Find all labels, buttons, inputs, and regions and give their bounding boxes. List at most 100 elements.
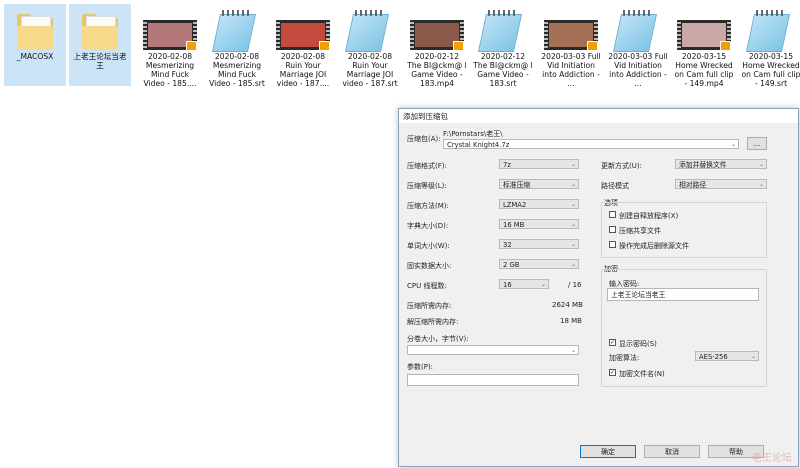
video-thumbnail-icon: [272, 4, 334, 52]
file-name: 2020-03-15 Home Wrecked on Cam full clip…: [674, 52, 734, 88]
level-value: 标准压缩: [503, 181, 531, 189]
solid-select[interactable]: 2 GB ⌄: [499, 259, 579, 269]
delete-label: 操作完成后删除源文件: [619, 242, 689, 250]
password-input[interactable]: 上老王论坛当老王: [607, 288, 759, 301]
archive-name-value: Crystal Knight4.7z: [447, 141, 510, 149]
chevron-down-icon: ⌄: [570, 221, 576, 228]
dict-value: 16 MB: [503, 221, 525, 229]
params-label: 参数(P):: [407, 363, 434, 371]
format-value: 7z: [503, 161, 511, 169]
file-name: 2020-02-08 Mesmerizing Mind Fuck Video -…: [209, 52, 265, 88]
encrypt-names-checkbox[interactable]: ✓: [609, 369, 616, 376]
add-to-archive-dialog: 添加到压缩包 压缩包(A): F:\Pornstars\老王\ Crystal …: [398, 108, 799, 467]
mem-decomp-label: 解压缩所需内存:: [407, 318, 459, 326]
threads-label: CPU 线程数:: [407, 282, 447, 290]
chevron-down-icon: ⌄: [540, 281, 546, 288]
notepad-icon: [607, 4, 669, 52]
delete-checkbox[interactable]: [609, 241, 616, 248]
video-thumbnail-icon: [406, 4, 468, 52]
update-label: 更新方式(U):: [601, 162, 642, 170]
pathmode-label: 路径模式: [601, 182, 629, 190]
file-item[interactable]: 2020-03-15 Home Wrecked on Cam full clip…: [740, 4, 800, 88]
method-label: 压缩方法(M):: [407, 202, 449, 210]
method-select[interactable]: LZMA2 ⌄: [499, 199, 579, 209]
level-select[interactable]: 标准压缩 ⌄: [499, 179, 579, 189]
file-name: 2020-02-12 The Bl@ckm@ l Game Video - 18…: [473, 52, 533, 88]
dict-select[interactable]: 16 MB ⌄: [499, 219, 579, 229]
update-select[interactable]: 添加并替换文件 ⌄: [675, 159, 767, 169]
file-name: 2020-03-15 Home Wrecked on Cam full clip…: [741, 52, 800, 88]
threads-total: / 16: [568, 281, 582, 289]
show-password-label: 显示密码(S): [619, 340, 657, 348]
chevron-down-icon: ⌄: [570, 261, 576, 268]
video-thumbnail-icon: [540, 4, 602, 52]
dict-label: 字典大小(D):: [407, 222, 449, 230]
cancel-button[interactable]: 取消: [644, 445, 700, 458]
file-item[interactable]: 2020-03-03 Full Vid Initiation into Addi…: [540, 4, 602, 88]
threads-select[interactable]: 16 ⌄: [499, 279, 549, 289]
chevron-down-icon: ⌄: [758, 181, 764, 188]
mem-comp-label: 压缩所需内存:: [407, 302, 452, 310]
params-input[interactable]: [407, 374, 579, 386]
format-select[interactable]: 7z ⌄: [499, 159, 579, 169]
file-item[interactable]: 2020-02-12 The Bl@ckm@ l Game Video - 18…: [406, 4, 468, 88]
folder-icon: [69, 4, 131, 52]
update-value: 添加并替换文件: [679, 161, 727, 169]
notepad-icon: [339, 4, 401, 52]
file-name: _MACOSX: [16, 52, 54, 61]
shared-checkbox[interactable]: [609, 226, 616, 233]
chevron-down-icon: ⌄: [570, 241, 576, 248]
file-item[interactable]: 上老王论坛当老王: [69, 4, 131, 86]
chevron-down-icon: ⌄: [570, 161, 576, 168]
file-item[interactable]: _MACOSX: [4, 4, 66, 86]
notepad-icon: [472, 4, 534, 52]
archive-path: F:\Pornstars\老王\: [443, 130, 503, 138]
sfx-label: 创建自释放程序(X): [619, 212, 679, 220]
enc-method-select[interactable]: AES-256 ⌄: [695, 351, 759, 361]
chevron-down-icon: ⌄: [758, 161, 764, 168]
file-item[interactable]: 2020-02-08 Mesmerizing Mind Fuck Video -…: [139, 4, 201, 88]
pathmode-select[interactable]: 相对路径 ⌄: [675, 179, 767, 189]
video-thumbnail-icon: [139, 4, 201, 52]
file-name: 2020-02-08 Mesmerizing Mind Fuck Video -…: [143, 52, 197, 88]
pathmode-value: 相对路径: [679, 181, 707, 189]
mem-decomp-value: 18 MB: [560, 317, 582, 325]
word-select[interactable]: 32 ⌄: [499, 239, 579, 249]
solid-label: 固实数据大小:: [407, 262, 452, 270]
shared-label: 压缩共享文件: [619, 227, 661, 235]
solid-value: 2 GB: [503, 261, 520, 269]
file-name: 2020-02-08 Ruin Your Marriage JOI video …: [342, 52, 398, 88]
notepad-icon: [740, 4, 800, 52]
archive-label: 压缩包(A):: [407, 135, 441, 143]
file-name: 上老王论坛当老王: [73, 52, 127, 70]
file-item[interactable]: 2020-03-03 Full Vid Initiation into Addi…: [607, 4, 669, 88]
archive-name-combo[interactable]: Crystal Knight4.7z ⌄: [443, 139, 739, 149]
dialog-titlebar[interactable]: 添加到压缩包: [399, 109, 798, 123]
chevron-down-icon: ⌄: [750, 353, 756, 360]
file-item[interactable]: 2020-02-08 Mesmerizing Mind Fuck Video -…: [206, 4, 268, 88]
level-label: 压缩等级(L):: [407, 182, 447, 190]
file-item[interactable]: 2020-02-12 The Bl@ckm@ l Game Video - 18…: [472, 4, 534, 88]
browse-button[interactable]: ...: [747, 137, 767, 150]
file-name: 2020-03-03 Full Vid Initiation into Addi…: [608, 52, 668, 88]
encrypt-names-label: 加密文件名(N): [619, 370, 665, 378]
dialog-title: 添加到压缩包: [403, 112, 448, 121]
chevron-down-icon: ⌄: [570, 347, 576, 354]
word-value: 32: [503, 241, 512, 249]
video-thumbnail-icon: [673, 4, 735, 52]
file-item[interactable]: 2020-02-08 Ruin Your Marriage JOI video …: [339, 4, 401, 88]
method-value: LZMA2: [503, 201, 527, 209]
enc-method-label: 加密算法:: [609, 354, 640, 362]
word-label: 单词大小(W):: [407, 242, 450, 250]
split-combo[interactable]: ⌄: [407, 345, 579, 355]
notepad-icon: [206, 4, 268, 52]
show-password-checkbox[interactable]: ✓: [609, 339, 616, 346]
ok-button[interactable]: 确定: [580, 445, 636, 458]
folder-icon: [4, 4, 66, 52]
format-label: 压缩格式(F):: [407, 162, 447, 170]
chevron-down-icon: ⌄: [570, 201, 576, 208]
mem-comp-value: 2624 MB: [552, 301, 583, 309]
file-item[interactable]: 2020-03-15 Home Wrecked on Cam full clip…: [673, 4, 735, 88]
sfx-checkbox[interactable]: [609, 211, 616, 218]
file-item[interactable]: 2020-02-08 Ruin Your Marriage JOI video …: [272, 4, 334, 88]
